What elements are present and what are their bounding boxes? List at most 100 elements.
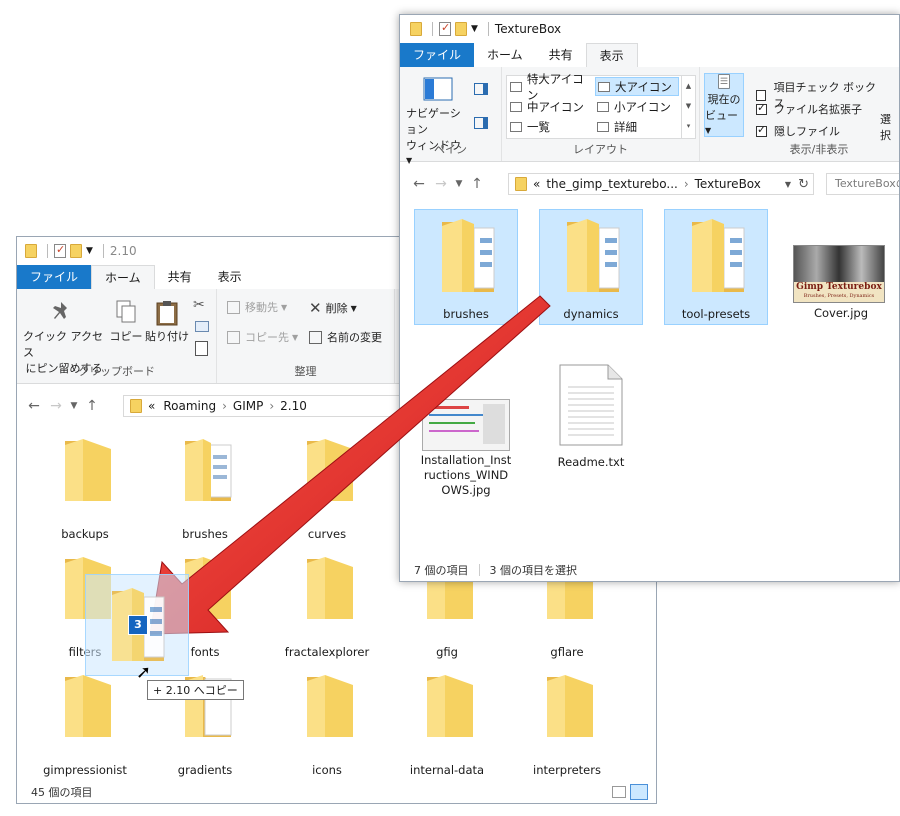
drag-count-badge: 3 bbox=[128, 615, 148, 635]
recent-chevron-icon[interactable]: ▼ bbox=[67, 401, 81, 411]
image-file-item[interactable]: Installation_Instructions_WINDOWS.jpg bbox=[414, 355, 518, 505]
refresh-icon[interactable]: ↻ bbox=[798, 177, 809, 192]
folder-icon bbox=[185, 439, 232, 501]
address-bar[interactable]: « the_gimp_texturebo... › TextureBox ▼ ↻ bbox=[508, 173, 814, 195]
ribbon-tabs: ファイル ホーム 共有 表示 bbox=[400, 43, 899, 68]
rename-icon bbox=[309, 330, 322, 344]
show-hide-group: 項目チェック ボックス ファイル名拡張子 隠しファイル 表示/非表示 bbox=[750, 67, 880, 161]
folder-item[interactable]: internal-data bbox=[395, 671, 499, 781]
file-extensions-option[interactable]: ファイル名拡張子 bbox=[756, 101, 862, 117]
tab-home[interactable]: ホーム bbox=[91, 265, 155, 290]
breadcrumb-roaming[interactable]: Roaming bbox=[163, 399, 216, 413]
details-view-icon[interactable] bbox=[612, 786, 626, 798]
folder-icon bbox=[442, 219, 495, 292]
up-arrow-icon[interactable]: ↑ bbox=[81, 398, 103, 414]
hidden-items-option[interactable]: 隠しファイル bbox=[756, 123, 840, 139]
forward-arrow-icon[interactable]: → bbox=[430, 176, 452, 192]
breadcrumb-2-10[interactable]: 2.10 bbox=[280, 399, 307, 413]
installation-thumbnail bbox=[422, 399, 510, 451]
folder-item[interactable]: brushes bbox=[414, 209, 518, 325]
folder-icon bbox=[567, 219, 620, 292]
address-row: ← → ▼ ↑ « the_gimp_texturebo... › Textur… bbox=[400, 167, 899, 201]
small-icons-icon bbox=[597, 101, 609, 112]
preview-pane-icon bbox=[474, 83, 488, 95]
front-explorer-window: ▼ TextureBox ファイル ホーム 共有 表示 ナビゲーション ウィンド… bbox=[399, 14, 900, 582]
breadcrumb-gimp[interactable]: GIMP bbox=[233, 399, 263, 413]
rename-button[interactable]: 名前の変更 bbox=[309, 329, 382, 345]
tab-view[interactable]: 表示 bbox=[205, 265, 255, 289]
text-document-icon bbox=[559, 364, 623, 446]
copy-button[interactable]: コピー bbox=[109, 299, 143, 344]
navigation-pane-icon bbox=[423, 77, 453, 101]
layout-scroll-icon[interactable]: ▲ ▼ ▾ bbox=[681, 76, 695, 138]
cut-button[interactable]: ✂ bbox=[193, 297, 205, 313]
large-icons-view-icon[interactable] bbox=[630, 784, 648, 800]
back-arrow-icon[interactable]: ← bbox=[408, 176, 430, 192]
folder-item[interactable]: fractalexplorer bbox=[275, 553, 379, 663]
preview-pane-button[interactable] bbox=[474, 83, 488, 95]
move-icon bbox=[227, 300, 240, 314]
tab-file[interactable]: ファイル bbox=[17, 265, 92, 289]
properties-icon[interactable] bbox=[54, 243, 66, 258]
forward-arrow-icon[interactable]: → bbox=[45, 398, 67, 414]
window-title: 2.10 bbox=[109, 244, 137, 258]
paste-shortcut-button[interactable] bbox=[195, 341, 208, 356]
tab-share[interactable]: 共有 bbox=[155, 265, 205, 289]
tab-file[interactable]: ファイル bbox=[400, 43, 475, 67]
layout-extra-large-icons[interactable]: 特大アイコン bbox=[508, 72, 594, 102]
breadcrumb-texturebox-root[interactable]: the_gimp_texturebo... bbox=[546, 177, 677, 191]
image-file-item[interactable]: Gimp Texturebox Brushes, Presets, Dynami… bbox=[789, 209, 893, 325]
copy-path-button[interactable] bbox=[195, 321, 209, 332]
folder-icon bbox=[307, 675, 353, 737]
layout-details[interactable]: 詳細 bbox=[595, 117, 679, 136]
layout-group: 特大アイコン 大アイコン 中アイコン 小アイコン 一覧 詳細 ▲ ▼ ▾ レイアウト bbox=[502, 67, 700, 161]
folder-item[interactable]: backups bbox=[33, 435, 137, 545]
paste-button[interactable]: 貼り付け bbox=[145, 299, 189, 344]
address-dropdown-icon[interactable]: ▼ bbox=[785, 180, 791, 189]
up-arrow-icon[interactable]: ↑ bbox=[466, 176, 488, 192]
search-input[interactable]: TextureBoxの bbox=[826, 173, 899, 195]
chevron-down-icon[interactable]: ▼ bbox=[86, 246, 93, 256]
details-pane-button[interactable] bbox=[474, 117, 488, 129]
breadcrumb-texturebox[interactable]: TextureBox bbox=[695, 177, 761, 191]
pin-icon bbox=[53, 302, 67, 319]
extra-large-icons-icon bbox=[510, 81, 522, 92]
layout-small-icons[interactable]: 小アイコン bbox=[595, 97, 679, 116]
properties-icon[interactable] bbox=[439, 21, 451, 36]
layout-list[interactable]: 一覧 bbox=[508, 117, 594, 136]
back-arrow-icon[interactable]: ← bbox=[23, 398, 45, 414]
large-icons-icon bbox=[598, 81, 610, 92]
folder-icon bbox=[130, 399, 142, 413]
copy-to-button[interactable]: コピー先 ▼ bbox=[227, 329, 298, 345]
list-icon bbox=[510, 121, 522, 132]
new-folder-icon[interactable] bbox=[455, 22, 467, 36]
move-to-button[interactable]: 移動先 ▼ bbox=[227, 299, 287, 315]
layout-medium-icons[interactable]: 中アイコン bbox=[508, 97, 594, 116]
folder-item[interactable]: tool-presets bbox=[664, 209, 768, 325]
title-bar: ▼ TextureBox bbox=[400, 15, 899, 43]
selected-items-cut-button[interactable]: 選択 bbox=[880, 111, 899, 143]
scissors-icon: ✂ bbox=[193, 297, 205, 313]
folder-item[interactable]: interpreters bbox=[515, 671, 619, 781]
folder-icon bbox=[65, 675, 111, 737]
folder-item[interactable]: brushes bbox=[153, 435, 257, 545]
new-folder-icon[interactable] bbox=[70, 244, 82, 258]
chevron-down-icon[interactable]: ▼ bbox=[471, 24, 478, 34]
clipboard-icon bbox=[156, 301, 178, 326]
layout-large-icons[interactable]: 大アイコン bbox=[595, 77, 679, 96]
tab-share[interactable]: 共有 bbox=[536, 43, 586, 67]
recent-chevron-icon[interactable]: ▼ bbox=[452, 179, 466, 189]
folder-item[interactable]: curves bbox=[275, 435, 379, 545]
address-bar[interactable]: « Roaming › GIMP › 2.10 bbox=[123, 395, 413, 417]
tab-view[interactable]: 表示 bbox=[585, 43, 638, 68]
text-file-item[interactable]: Readme.txt bbox=[539, 355, 643, 475]
delete-button[interactable]: ✕ 削除 ▼ bbox=[309, 299, 357, 317]
clipboard-group: クイック アクセス にピン留めする コピー 貼り付け ✂ クリップボード bbox=[17, 289, 217, 383]
folder-item[interactable]: dynamics bbox=[539, 209, 643, 325]
tab-home[interactable]: ホーム bbox=[474, 43, 536, 67]
copy-icon bbox=[116, 300, 136, 323]
folder-item[interactable]: icons bbox=[275, 671, 379, 781]
folder-item[interactable]: gimpressionist bbox=[33, 671, 137, 781]
current-view-button[interactable]: 現在の ビュー▼ bbox=[704, 73, 744, 137]
pane-group: ナビゲーション ウィンドウ ▼ ペイン bbox=[400, 67, 502, 165]
